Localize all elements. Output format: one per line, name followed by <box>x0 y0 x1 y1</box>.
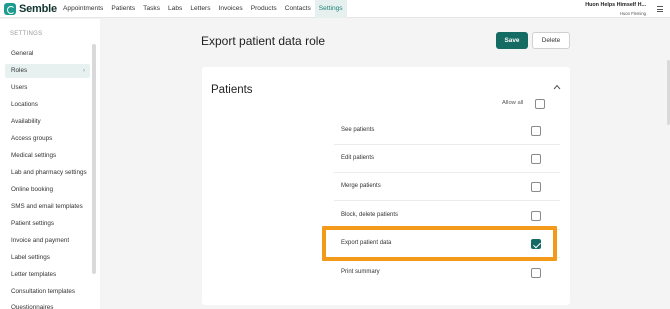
semble-logo[interactable]: Semble <box>4 2 57 16</box>
allow-all-label: Allow all <box>502 100 524 106</box>
nav-labs[interactable]: Labs <box>164 0 186 18</box>
sidebar-item-sms-email-templates[interactable]: SMS and email templates <box>5 200 90 214</box>
allow-all-checkbox[interactable] <box>535 99 545 109</box>
sidebar-item-label: Roles <box>11 67 28 74</box>
page-title: Export patient data role <box>201 34 326 48</box>
highlight-annotation-box <box>322 226 557 261</box>
settings-sidebar: SETTINGS General Roles › Users Locations… <box>0 19 100 309</box>
see-patients-checkbox[interactable] <box>531 126 541 136</box>
block-delete-patients-checkbox[interactable] <box>531 211 541 221</box>
sidebar-heading: SETTINGS <box>10 31 43 37</box>
print-summary-checkbox[interactable] <box>531 268 541 278</box>
sidebar-item-locations[interactable]: Locations <box>5 98 90 112</box>
hamburger-menu-icon[interactable] <box>657 6 663 12</box>
sidebar-item-general[interactable]: General <box>5 47 90 61</box>
nav-products[interactable]: Products <box>247 0 281 18</box>
edit-patients-checkbox[interactable] <box>531 154 541 164</box>
top-navigation: Semble Appointments Patients Tasks Labs … <box>0 0 670 18</box>
sidebar-item-medical-settings[interactable]: Medical settings <box>5 149 90 163</box>
sidebar-item-invoice-payment[interactable]: Invoice and payment <box>5 234 90 248</box>
semble-logo-icon <box>4 3 16 15</box>
permission-row-print-summary: Print summary <box>334 259 560 287</box>
account-subtitle: Huon Fleming <box>619 11 646 16</box>
sidebar-item-questionnaires[interactable]: Questionnaires <box>5 301 90 309</box>
patients-permissions-card: Patients Allow all See patients Edit pat… <box>202 67 570 305</box>
section-title: Patients <box>211 84 253 96</box>
nav-invoices[interactable]: Invoices <box>215 0 247 18</box>
sidebar-item-label-settings[interactable]: Label settings <box>5 251 90 265</box>
sidebar-item-letter-templates[interactable]: Letter templates <box>5 268 90 282</box>
delete-button[interactable]: Delete <box>532 32 570 49</box>
sidebar-scrollbar[interactable] <box>92 44 96 274</box>
merge-patients-checkbox[interactable] <box>531 182 541 192</box>
permission-label: See patients <box>341 127 375 133</box>
permission-label: Edit patients <box>341 155 375 161</box>
chevron-right-icon: › <box>83 68 85 74</box>
sidebar-item-online-booking[interactable]: Online booking <box>5 183 90 197</box>
permission-label: Block, delete patients <box>341 212 399 218</box>
logo-text: Semble <box>19 3 57 15</box>
nav-patients[interactable]: Patients <box>107 0 139 18</box>
sidebar-item-availability[interactable]: Availability <box>5 115 90 129</box>
sidebar-item-roles[interactable]: Roles › <box>5 64 90 78</box>
nav-settings[interactable]: Settings <box>314 0 347 18</box>
permission-label: Merge patients <box>341 183 381 189</box>
permission-row-merge-patients: Merge patients <box>334 173 560 201</box>
nav-appointments[interactable]: Appointments <box>59 0 107 18</box>
chevron-up-icon[interactable] <box>553 84 561 90</box>
save-button[interactable]: Save <box>496 32 528 49</box>
sidebar-item-users[interactable]: Users <box>5 81 90 95</box>
sidebar-item-patient-settings[interactable]: Patient settings <box>5 217 90 231</box>
nav-tasks[interactable]: Tasks <box>139 0 164 18</box>
nav-links: Appointments Patients Tasks Labs Letters… <box>59 0 347 18</box>
account-name: Huon Helps Himself H... <box>585 2 646 8</box>
sidebar-item-access-groups[interactable]: Access groups <box>5 132 90 146</box>
account-menu[interactable]: Huon Helps Himself H... Huon Fleming <box>585 2 646 16</box>
nav-contacts[interactable]: Contacts <box>281 0 315 18</box>
permission-row-see-patients: See patients <box>334 117 560 145</box>
permission-row-edit-patients: Edit patients <box>334 145 560 173</box>
sidebar-item-lab-pharmacy[interactable]: Lab and pharmacy settings <box>5 166 90 180</box>
nav-letters[interactable]: Letters <box>186 0 214 18</box>
permission-label: Print summary <box>341 269 380 275</box>
sidebar-item-consultation-templates[interactable]: Consultation templates <box>5 285 90 299</box>
